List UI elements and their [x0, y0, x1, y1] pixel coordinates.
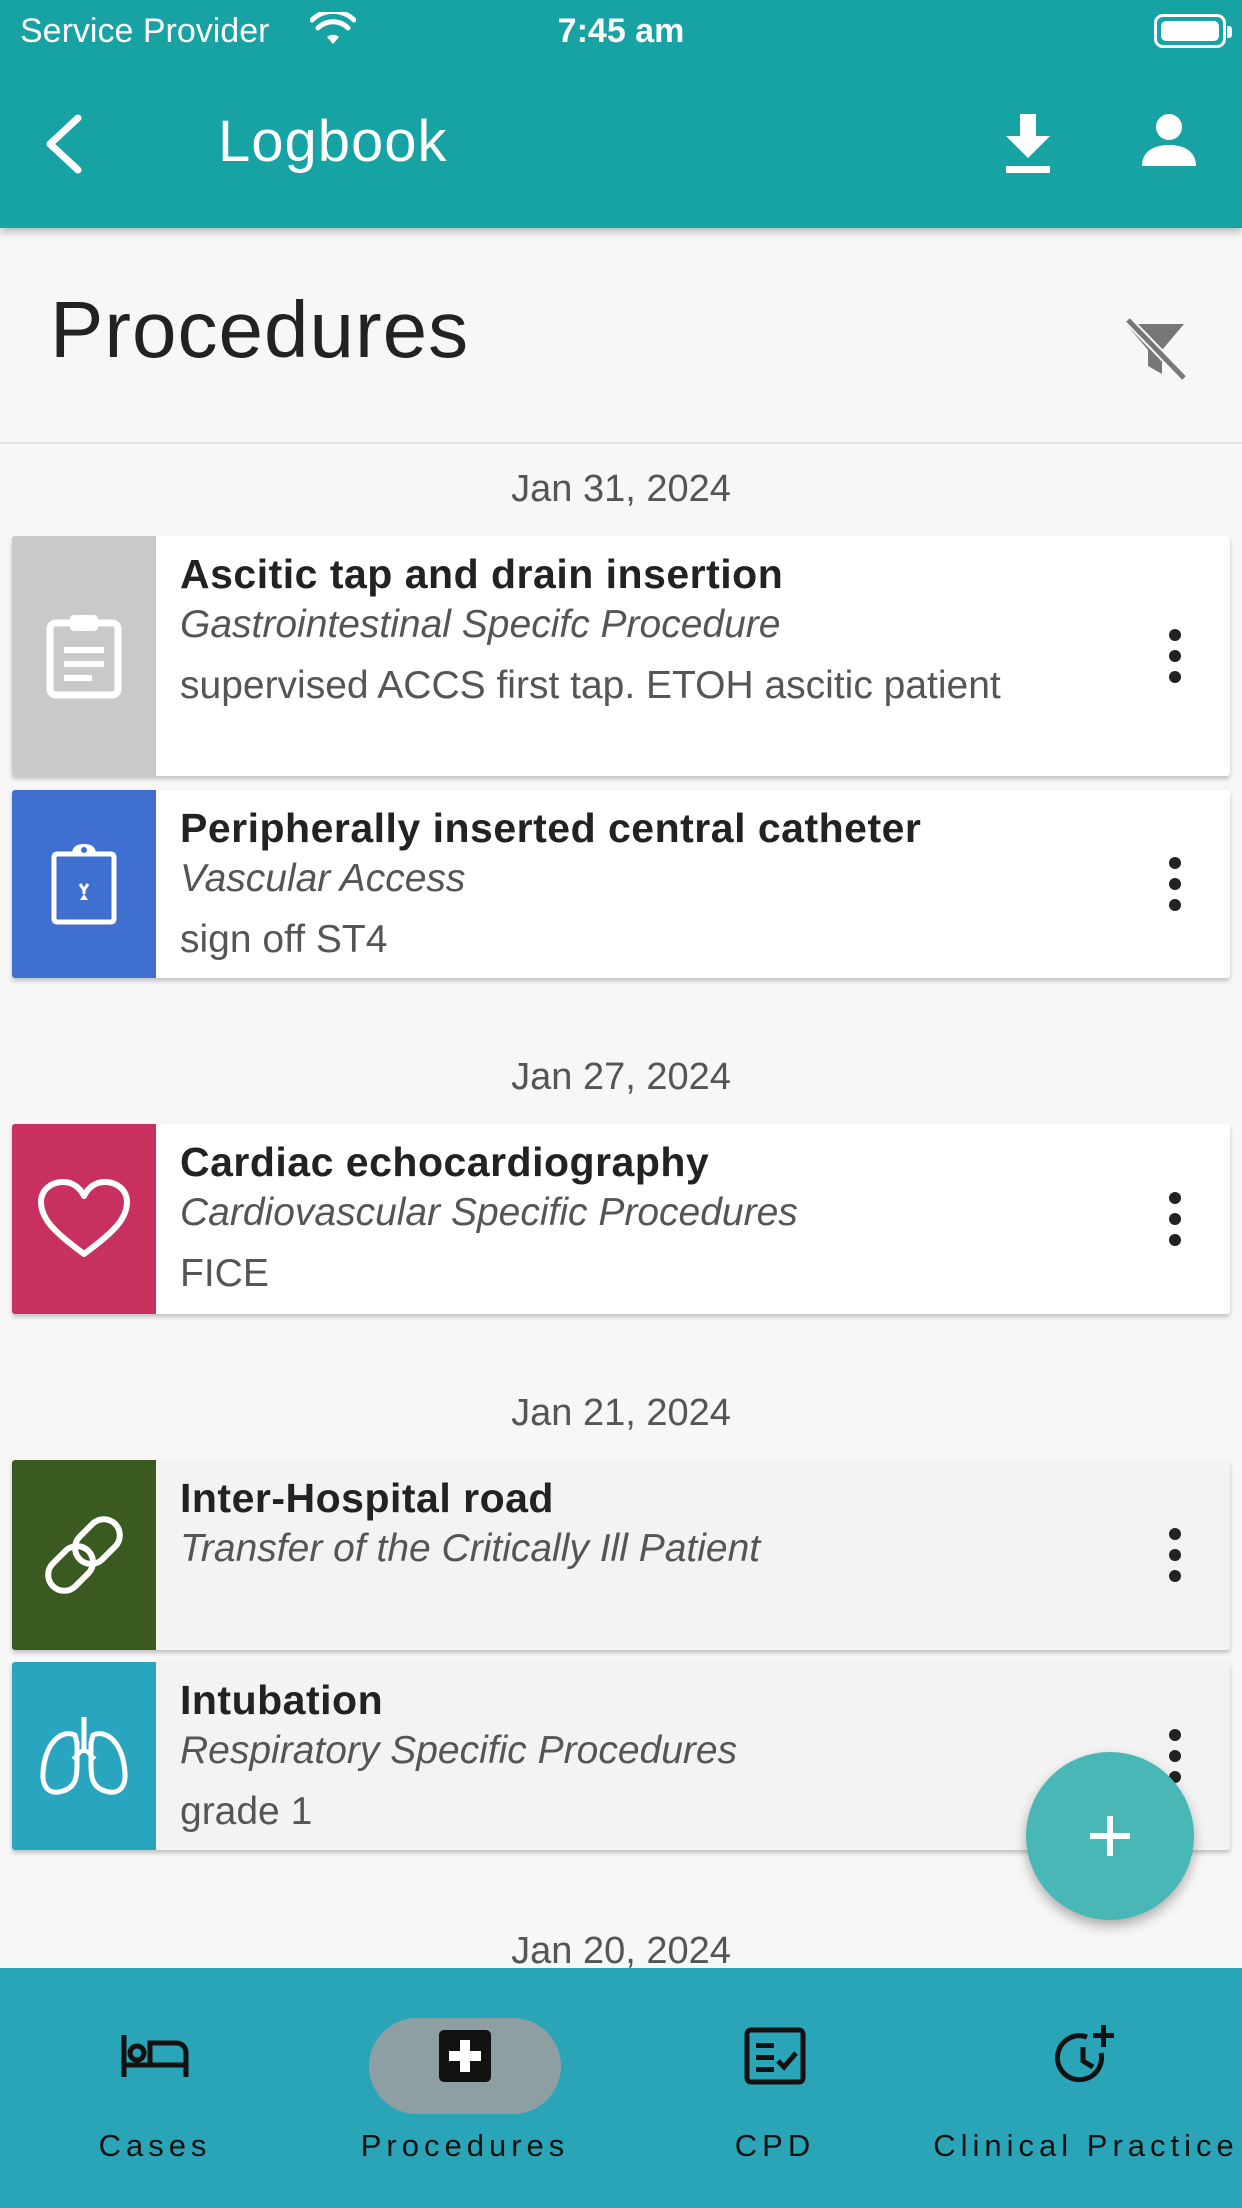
battery-icon [1154, 14, 1232, 48]
back-arrow-icon[interactable] [40, 112, 92, 176]
procedure-category: Vascular Access [180, 857, 466, 900]
medical-plus-icon [425, 2016, 505, 2096]
lungs-icon [40, 1717, 128, 1795]
procedure-category: Respiratory Specific Procedures [180, 1729, 738, 1772]
date-header: Jan 20, 2024 [511, 1930, 731, 1972]
nav-item-cpd[interactable]: CPD [620, 1968, 930, 2208]
procedure-name: Intubation [180, 1677, 384, 1723]
filter-off-icon[interactable] [1122, 316, 1188, 382]
procedure-thumbnail [12, 1124, 156, 1314]
procedure-card[interactable]: Inter-Hospital road Transfer of the Crit… [12, 1460, 1230, 1650]
link-icon [45, 1516, 123, 1594]
nav-label: Cases [98, 2128, 212, 2163]
app-title: Logbook [218, 109, 448, 174]
top-bar: Service Provider 7:45 am Logbook [0, 0, 1242, 228]
nav-label: CPD [734, 2128, 816, 2163]
procedure-name: Cardiac echocardiography [180, 1139, 710, 1185]
more-options-icon[interactable] [1168, 1192, 1182, 1246]
procedure-details: Cardiac echocardiography Cardiovascular … [180, 1136, 1120, 1300]
date-header: Jan 21, 2024 [511, 1392, 731, 1434]
clipboard-medical-icon [51, 844, 117, 925]
procedure-thumbnail [12, 1460, 156, 1650]
procedure-category: Cardiovascular Specific Procedures [180, 1191, 798, 1234]
nav-item-cases[interactable]: Cases [0, 1968, 310, 2208]
clipboard-icon [46, 615, 122, 699]
procedure-details: Inter-Hospital road Transfer of the Crit… [180, 1472, 1120, 1584]
procedure-card[interactable]: Ascitic tap and drain insertion Gastroin… [12, 536, 1230, 776]
profile-icon[interactable] [1140, 112, 1198, 170]
procedure-card[interactable]: Peripherally inserted central catheter V… [12, 790, 1230, 978]
procedure-card[interactable]: Cardiac echocardiography Cardiovascular … [12, 1124, 1230, 1314]
procedure-name: Inter-Hospital road [180, 1475, 554, 1521]
procedure-name: Ascitic tap and drain insertion [180, 551, 784, 597]
date-header: Jan 31, 2024 [511, 468, 731, 510]
procedure-thumbnail [12, 536, 156, 776]
procedure-details: Intubation Respiratory Specific Procedur… [180, 1674, 1120, 1838]
more-options-icon[interactable] [1168, 1729, 1182, 1783]
add-procedure-button[interactable] [1026, 1752, 1194, 1920]
app-bar: Logbook [0, 90, 1242, 200]
date-header: Jan 27, 2024 [511, 1056, 731, 1098]
status-bar: Service Provider 7:45 am [0, 0, 1242, 62]
page-heading: Procedures [0, 228, 1242, 444]
procedure-category: Transfer of the Critically Ill Patient [180, 1527, 761, 1570]
procedure-details: Ascitic tap and drain insertion Gastroin… [180, 548, 1120, 712]
nav-item-procedures[interactable]: Procedures [310, 1968, 620, 2208]
page-title: Procedures [50, 285, 470, 374]
heart-icon [38, 1179, 130, 1257]
checklist-icon [735, 2016, 815, 2096]
more-options-icon[interactable] [1168, 1528, 1182, 1582]
procedure-category: Gastrointestinal Specifc Procedure [180, 603, 781, 646]
procedure-thumbnail [12, 790, 156, 978]
procedure-thumbnail [12, 1662, 156, 1850]
download-icon[interactable] [1000, 112, 1056, 176]
nav-item-clinical-practice[interactable]: Clinical Practice [930, 1968, 1242, 2208]
bed-icon [115, 2016, 195, 2096]
procedure-name: Peripherally inserted central catheter [180, 805, 922, 851]
procedure-note: FICE [180, 1252, 269, 1295]
more-options-icon[interactable] [1168, 857, 1182, 911]
procedure-note: grade 1 [180, 1790, 313, 1833]
status-time: 7:45 am [557, 12, 685, 50]
plus-icon [1090, 1816, 1130, 1856]
bottom-navigation: Cases Procedures CPD Clinical Practice [0, 1968, 1242, 2208]
more-options-icon[interactable] [1168, 629, 1182, 683]
procedure-note: sign off ST4 [180, 918, 388, 961]
clock-plus-icon [1046, 2016, 1126, 2096]
procedure-details: Peripherally inserted central catheter V… [180, 802, 1120, 966]
procedure-note: supervised ACCS first tap. ETOH ascitic … [180, 664, 1001, 707]
nav-label: Clinical Practice [933, 2128, 1239, 2163]
nav-label: Procedures [360, 2128, 570, 2163]
